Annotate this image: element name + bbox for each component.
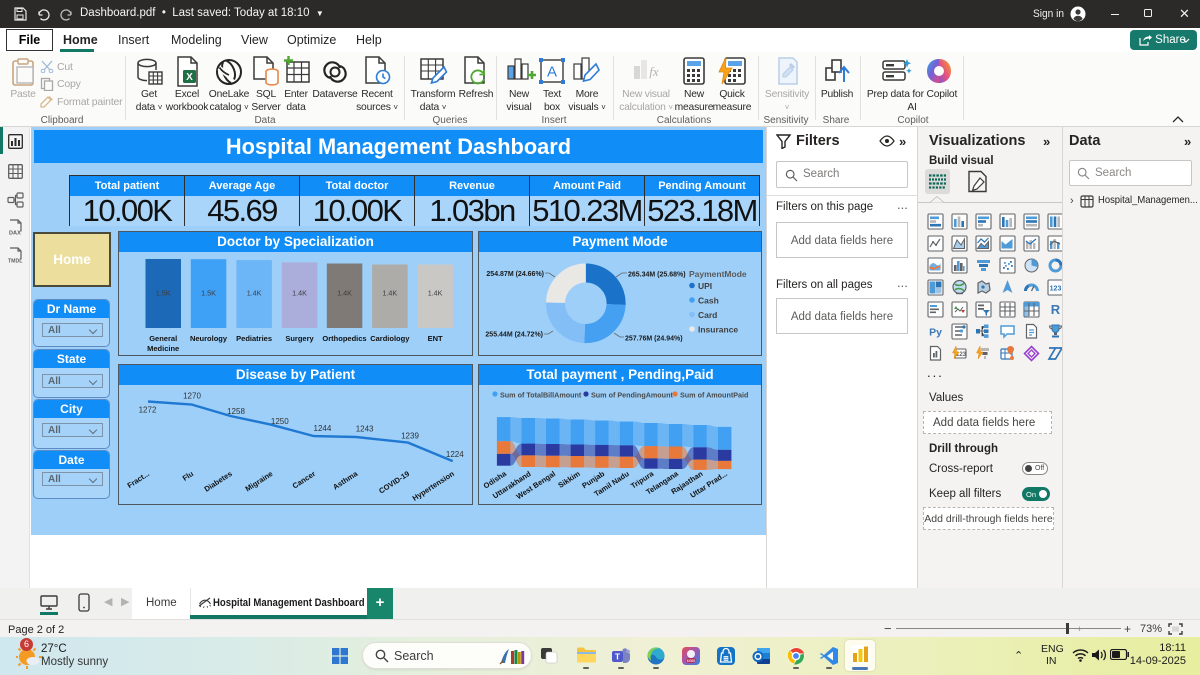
- svg-text:Fract...: Fract...: [126, 469, 152, 490]
- svg-text:1250: 1250: [271, 417, 289, 426]
- svg-text:1.5K: 1.5K: [156, 289, 171, 298]
- svg-text:Sum of AmountPaid: Sum of AmountPaid: [680, 391, 748, 400]
- svg-text:⊞: ⊞: [723, 656, 729, 663]
- svg-text:M365: M365: [687, 659, 696, 663]
- svg-text:1258: 1258: [227, 407, 245, 416]
- svg-text:Medicine: Medicine: [147, 344, 179, 353]
- svg-text:DAX: DAX: [9, 231, 21, 237]
- svg-text:PaymentMode: PaymentMode: [689, 269, 747, 279]
- svg-text:1.4K: 1.4K: [428, 289, 443, 298]
- svg-text:123: 123: [1050, 286, 1062, 293]
- svg-text:Sikkim: Sikkim: [557, 469, 582, 490]
- svg-text:Pediatries: Pediatries: [236, 334, 272, 343]
- svg-text:TMDL: TMDL: [8, 259, 23, 265]
- svg-text:R: R: [1051, 302, 1061, 317]
- svg-text:A: A: [547, 64, 557, 81]
- svg-text:1272: 1272: [139, 406, 157, 415]
- svg-text:Cancer: Cancer: [291, 469, 317, 490]
- svg-text:1.4K: 1.4K: [337, 289, 352, 298]
- svg-text:257.76M (24.94%): 257.76M (24.94%): [625, 336, 683, 343]
- svg-text:1.4K: 1.4K: [382, 289, 397, 298]
- svg-text:Sum of PendingAmount: Sum of PendingAmount: [591, 391, 673, 400]
- svg-text:General: General: [149, 334, 177, 343]
- svg-text:T: T: [615, 652, 621, 662]
- svg-text:Sum of TotalBillAmount: Sum of TotalBillAmount: [500, 391, 582, 400]
- svg-text:Asthma: Asthma: [331, 469, 360, 492]
- svg-text:1270: 1270: [183, 391, 201, 400]
- svg-text:1.5K: 1.5K: [201, 289, 216, 298]
- svg-text:Cardiology: Cardiology: [370, 334, 410, 343]
- svg-text:fx: fx: [649, 64, 659, 79]
- svg-text:Card: Card: [698, 310, 717, 320]
- svg-text:Orthopedics: Orthopedics: [322, 334, 366, 343]
- svg-text:Migraine: Migraine: [244, 469, 275, 493]
- svg-text:ENT: ENT: [428, 334, 443, 343]
- svg-text:Cash: Cash: [698, 296, 719, 306]
- svg-text:254.87M (24.66%): 254.87M (24.66%): [486, 271, 544, 278]
- svg-text:Diabetes: Diabetes: [203, 469, 234, 494]
- svg-text:1.4K: 1.4K: [292, 289, 307, 298]
- svg-text:Insurance: Insurance: [698, 325, 738, 335]
- svg-text:Neurology: Neurology: [190, 334, 228, 343]
- svg-text:Hypertension: Hypertension: [411, 469, 456, 503]
- svg-text:Flu: Flu: [181, 469, 196, 483]
- svg-text:Surgery: Surgery: [285, 334, 314, 343]
- svg-text:X: X: [186, 72, 193, 83]
- svg-text:UPI: UPI: [698, 281, 712, 291]
- svg-text:1.4K: 1.4K: [247, 289, 262, 298]
- svg-text:1239: 1239: [401, 432, 419, 441]
- svg-text:1244: 1244: [314, 424, 332, 433]
- svg-text:1224: 1224: [446, 450, 464, 459]
- svg-text:Py: Py: [929, 327, 942, 339]
- svg-text:265.34M (25.68%): 265.34M (25.68%): [628, 272, 686, 279]
- svg-text:1243: 1243: [356, 425, 374, 434]
- svg-text:COVID-19: COVID-19: [377, 469, 411, 495]
- svg-text:255.44M (24.72%): 255.44M (24.72%): [485, 332, 543, 339]
